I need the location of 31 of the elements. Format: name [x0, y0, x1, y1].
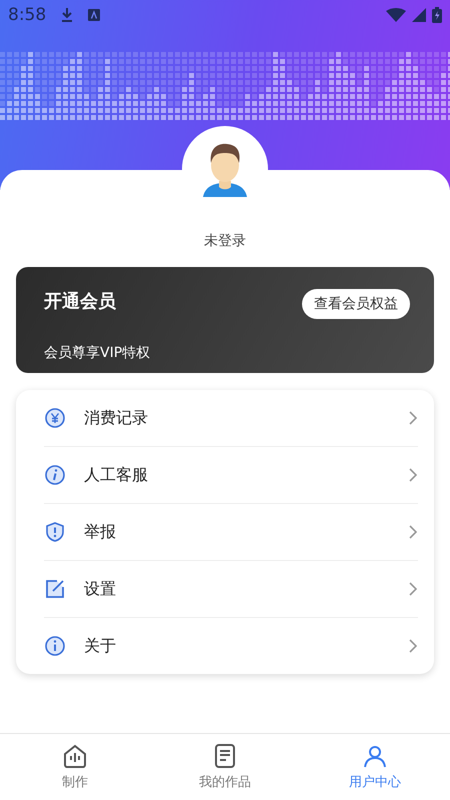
- chevron-icon: [408, 410, 418, 426]
- menu-item[interactable]: 举报: [84, 522, 390, 542]
- menu-item[interactable]: 人工客服: [84, 464, 390, 486]
- chevron-icon: [408, 581, 418, 597]
- document-icon: [212, 743, 238, 769]
- battery-icon: [432, 7, 442, 23]
- app-notification-icon: [88, 9, 100, 21]
- shield-icon: [44, 521, 66, 543]
- nav-tab[interactable]: 用户中心: [300, 734, 450, 800]
- menu-item[interactable]: 设置: [84, 578, 390, 600]
- edit-icon: [44, 578, 66, 600]
- chevron-icon: [408, 524, 418, 540]
- menu-item[interactable]: 关于: [84, 636, 390, 656]
- user-icon: [362, 743, 388, 769]
- menu-item[interactable]: 消费记录: [84, 408, 390, 428]
- nav-tab[interactable]: 我的作品: [150, 734, 300, 800]
- view-benefits-button[interactable]: 查看会员权益: [302, 289, 410, 319]
- home-icon: [62, 743, 88, 769]
- wifi-icon: [386, 8, 406, 22]
- info-icon: [44, 464, 66, 486]
- username: 未登录: [204, 232, 246, 250]
- download-icon: [60, 7, 74, 23]
- info-icon: [44, 635, 66, 657]
- signal-icon: [412, 8, 426, 22]
- status-time: 8:58: [8, 5, 46, 25]
- yen-icon: [44, 407, 66, 429]
- nav-tab[interactable]: 制作: [0, 734, 150, 800]
- vip-title: 开通会员: [44, 290, 117, 314]
- vip-subtitle: 会员尊享VIP特权: [44, 344, 152, 363]
- chevron-icon: [408, 467, 418, 483]
- chevron-icon: [408, 638, 418, 654]
